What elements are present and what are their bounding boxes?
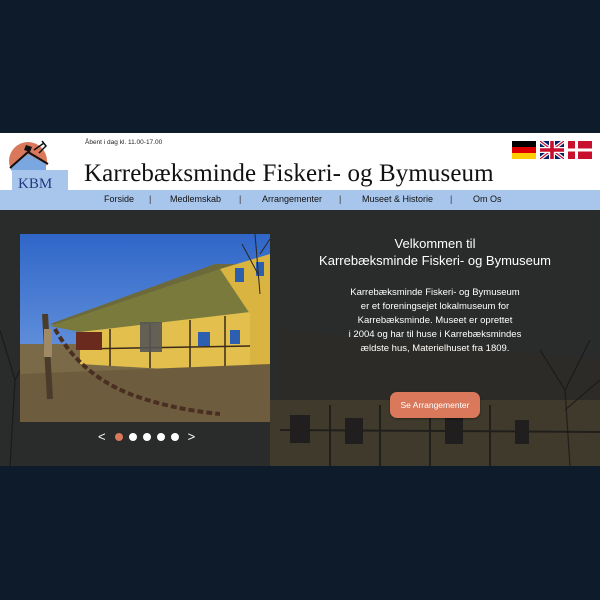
carousel-dot-5[interactable] [170, 433, 179, 441]
se-arrangementer-button[interactable]: Se Arrangementer [390, 392, 480, 418]
site-header: KBM Åbent i dag kl. 11.00-17.00 Karrebæk… [0, 133, 600, 191]
logo-text: KBM [18, 176, 52, 191]
museum-website: KBM Åbent i dag kl. 11.00-17.00 Karrebæk… [0, 133, 600, 466]
nav-item-forside[interactable]: Forside [104, 194, 134, 204]
hero-text-line: i 2004 og har til huse i Karrebæksmindes [348, 329, 522, 340]
site-title[interactable]: Karrebæksminde Fiskeri- og Bymuseum [84, 160, 494, 188]
carousel-dot-3[interactable] [142, 433, 151, 441]
museum-logo[interactable]: KBM [6, 137, 68, 191]
carousel-next-icon[interactable]: > [188, 430, 196, 443]
opening-hours: Åbent i dag kl. 11.00-17.00 [85, 139, 163, 146]
hero-text-line: er et foreningsejet lokalmuseum for [360, 301, 510, 312]
hero-heading: Velkommen til Karrebæksminde Fiskeri- og… [290, 235, 580, 269]
nav-separator: | [450, 194, 453, 204]
main-navigation: Forside | Medlemskab | Arrangementer | M… [0, 190, 600, 210]
danish-flag-icon[interactable] [568, 141, 592, 159]
carousel-controls: < > [98, 430, 195, 444]
hero-text-line: Karrebæksminde. Museet er oprettet [357, 315, 513, 326]
carousel-dot-4[interactable] [156, 433, 165, 441]
carousel-dot-2[interactable] [128, 433, 137, 441]
nav-item-museet-historie[interactable]: Museet & Historie [362, 194, 433, 204]
nav-item-om-os[interactable]: Om Os [473, 194, 502, 204]
nav-item-arrangementer[interactable]: Arrangementer [262, 194, 322, 204]
hero-heading-line-2: Karrebæksminde Fiskeri- og Bymuseum [319, 253, 551, 268]
hero-text-line: ældste hus, Materielhuset fra 1809. [360, 343, 510, 354]
nav-item-medlemskab[interactable]: Medlemskab [170, 194, 221, 204]
hero-banner: Velkommen til Karrebæksminde Fiskeri- og… [0, 210, 600, 466]
hero-description: Karrebæksminde Fiskeri- og Bymuseum er e… [300, 286, 570, 356]
carousel-slide-image[interactable] [20, 234, 270, 422]
german-flag-icon[interactable] [512, 141, 536, 159]
carousel-dot-1[interactable] [114, 433, 123, 441]
nav-separator: | [239, 194, 242, 204]
nav-separator: | [339, 194, 342, 204]
nav-separator: | [149, 194, 152, 204]
english-flag-icon[interactable] [540, 141, 564, 159]
hero-heading-line-1: Velkommen til [394, 236, 476, 251]
hero-text-line: Karrebæksminde Fiskeri- og Bymuseum [350, 287, 520, 298]
carousel-prev-icon[interactable]: < [98, 430, 106, 443]
